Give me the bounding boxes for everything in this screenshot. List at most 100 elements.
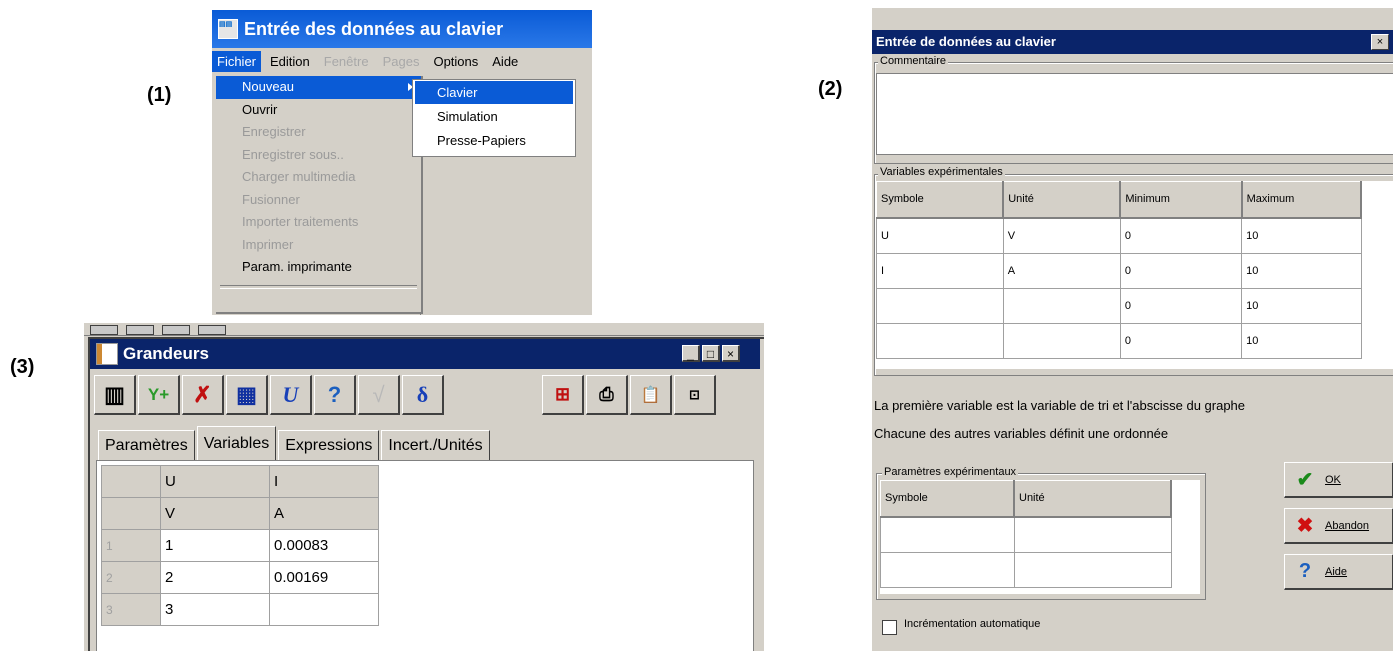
row-number: 3 — [101, 593, 161, 626]
ok-button[interactable]: ✔ OK — [1284, 462, 1393, 498]
cell[interactable]: 0.00083 — [269, 529, 379, 562]
menu-pages[interactable]: Pages — [378, 51, 425, 72]
cell[interactable]: 0 — [1119, 217, 1243, 254]
unit-cell-i[interactable]: A — [269, 497, 379, 530]
unit-cell-u[interactable]: V — [160, 497, 270, 530]
col-header-u[interactable]: U — [160, 465, 270, 498]
auto-increment-checkbox[interactable] — [882, 620, 897, 635]
grid-icon[interactable]: ▦ — [226, 375, 268, 415]
cell[interactable]: 10 — [1241, 252, 1362, 289]
submenu-item-clavier[interactable]: Clavier — [415, 81, 573, 104]
cell[interactable] — [269, 593, 379, 626]
table-row[interactable]: 0 10 — [876, 322, 1362, 359]
help-icon[interactable]: ? — [314, 375, 356, 415]
print-icon[interactable]: ⎙ — [586, 375, 628, 415]
maximize-button[interactable]: □ — [702, 345, 720, 362]
menu-options[interactable]: Options — [428, 51, 483, 72]
grandeurs-title: Grandeurs — [123, 344, 209, 363]
table-icon — [96, 343, 118, 365]
corner-cell — [101, 465, 161, 498]
cell[interactable]: 0 — [1119, 287, 1243, 324]
variables-panel: U I V A 1 1 0.00083 2 2 0.00169 3 3 — [96, 460, 754, 651]
menu-item-nouveau[interactable]: Nouveau — [216, 76, 421, 99]
menu-item-enregistrer-sous[interactable]: Enregistrer sous.. — [216, 144, 421, 167]
cell[interactable]: I — [876, 252, 1004, 289]
menu-item-enregistrer[interactable]: Enregistrer — [216, 121, 421, 144]
cell[interactable] — [876, 322, 1004, 359]
table-row[interactable] — [880, 551, 1172, 588]
menu-item-importer-traitements[interactable]: Importer traitements — [216, 211, 421, 234]
cell[interactable]: 0 — [1119, 322, 1243, 359]
cell[interactable]: U — [876, 217, 1004, 254]
minimize-button[interactable]: _ — [682, 345, 700, 362]
abandon-button[interactable]: ✖ Abandon — [1284, 508, 1393, 544]
columns-icon[interactable]: ▥ — [94, 375, 136, 415]
sqrt-icon[interactable]: √ — [358, 375, 400, 415]
cell[interactable]: 1 — [160, 529, 270, 562]
keyboard-entry-dialog: Entrée de données au clavier × Commentai… — [872, 8, 1393, 651]
delete-variable-icon[interactable]: ✗ — [182, 375, 224, 415]
table-row[interactable]: U V 0 10 — [876, 217, 1362, 254]
cell[interactable]: 0 — [1119, 252, 1243, 289]
delta-icon[interactable]: δ — [402, 375, 444, 415]
cell[interactable]: V — [1002, 217, 1121, 254]
cell[interactable]: 10 — [1241, 322, 1362, 359]
col-unite: Unité — [1013, 480, 1172, 518]
menu-edition[interactable]: Edition — [265, 51, 315, 72]
submenu-item-presse-papiers[interactable]: Presse-Papiers — [415, 129, 573, 152]
tab-variables[interactable]: Variables — [196, 426, 277, 461]
table-row[interactable]: 1 1 0.00083 — [101, 529, 379, 562]
tab-expressions[interactable]: Expressions — [278, 430, 380, 461]
col-unite: Unité — [1002, 181, 1122, 219]
close-button[interactable]: × — [1371, 34, 1389, 50]
cell[interactable]: 0.00169 — [269, 561, 379, 594]
close-button[interactable]: × — [722, 345, 740, 362]
cell[interactable] — [1013, 516, 1172, 553]
nouveau-submenu: Clavier Simulation Presse-Papiers — [412, 79, 576, 157]
menu-screenshot: ▤▤ Entrée des données au clavier Fichier… — [212, 10, 592, 315]
cell[interactable] — [880, 516, 1015, 553]
aide-button[interactable]: ? Aide — [1284, 554, 1393, 590]
cell[interactable] — [1002, 287, 1121, 324]
menu-item-param-imprimante[interactable]: Param. imprimante — [216, 256, 421, 279]
variables-grid[interactable]: Symbole Unité Minimum Maximum U V 0 10 IA01… — [876, 181, 1363, 359]
cell[interactable] — [880, 551, 1015, 588]
table-row[interactable]: 2 2 0.00169 — [101, 561, 379, 594]
cell[interactable]: 2 — [160, 561, 270, 594]
menu-bar: Fichier Edition Fenêtre Pages Options Ai… — [212, 48, 592, 74]
table-row[interactable]: 3 3 — [101, 593, 379, 626]
parameters-grid[interactable]: Symbole Unité — [880, 480, 1172, 588]
units-icon[interactable]: U — [270, 375, 312, 415]
cell[interactable] — [1002, 322, 1121, 359]
comment-textarea[interactable] — [876, 73, 1393, 155]
tab-incert-unites[interactable]: Incert./Unités — [381, 430, 490, 461]
new-page-icon[interactable]: ⊞ — [542, 375, 584, 415]
cell[interactable]: A — [1002, 252, 1121, 289]
menu-item-imprimer[interactable]: Imprimer — [216, 234, 421, 257]
figure-label-1: (1) — [147, 84, 172, 106]
menu-fichier[interactable]: Fichier — [212, 50, 262, 72]
cell[interactable] — [1013, 551, 1172, 588]
submenu-item-simulation[interactable]: Simulation — [415, 105, 573, 128]
tab-parametres[interactable]: Paramètres — [98, 430, 195, 461]
app-icon: ▤▤ — [218, 19, 238, 39]
export-icon[interactable]: ⊡ — [674, 375, 716, 415]
cell[interactable] — [876, 287, 1004, 324]
cell[interactable]: 10 — [1241, 217, 1362, 254]
table-row[interactable]: I A 0 10 — [876, 252, 1362, 289]
menu-item-ouvrir[interactable]: Ouvrir — [216, 99, 421, 122]
menu-item-charger-multimedia[interactable]: Charger multimedia — [216, 166, 421, 189]
paste-icon[interactable]: 📋 — [630, 375, 672, 415]
menu-fenetre[interactable]: Fenêtre — [319, 51, 374, 72]
menu-aide[interactable]: Aide — [487, 51, 523, 72]
add-variable-icon[interactable]: Y+ — [138, 375, 180, 415]
cell[interactable]: 3 — [160, 593, 270, 626]
table-row[interactable]: 0 10 — [876, 287, 1362, 324]
col-header-i[interactable]: I — [269, 465, 379, 498]
data-grid[interactable]: U I V A 1 1 0.00083 2 2 0.00169 3 3 — [101, 465, 379, 626]
menu-item-fusionner[interactable]: Fusionner — [216, 189, 421, 212]
tab-bar: Paramètres Variables Expressions Incert.… — [98, 426, 492, 461]
table-row[interactable] — [880, 516, 1172, 553]
col-symbole: Symbole — [880, 480, 1015, 518]
cell[interactable]: 10 — [1241, 287, 1362, 324]
